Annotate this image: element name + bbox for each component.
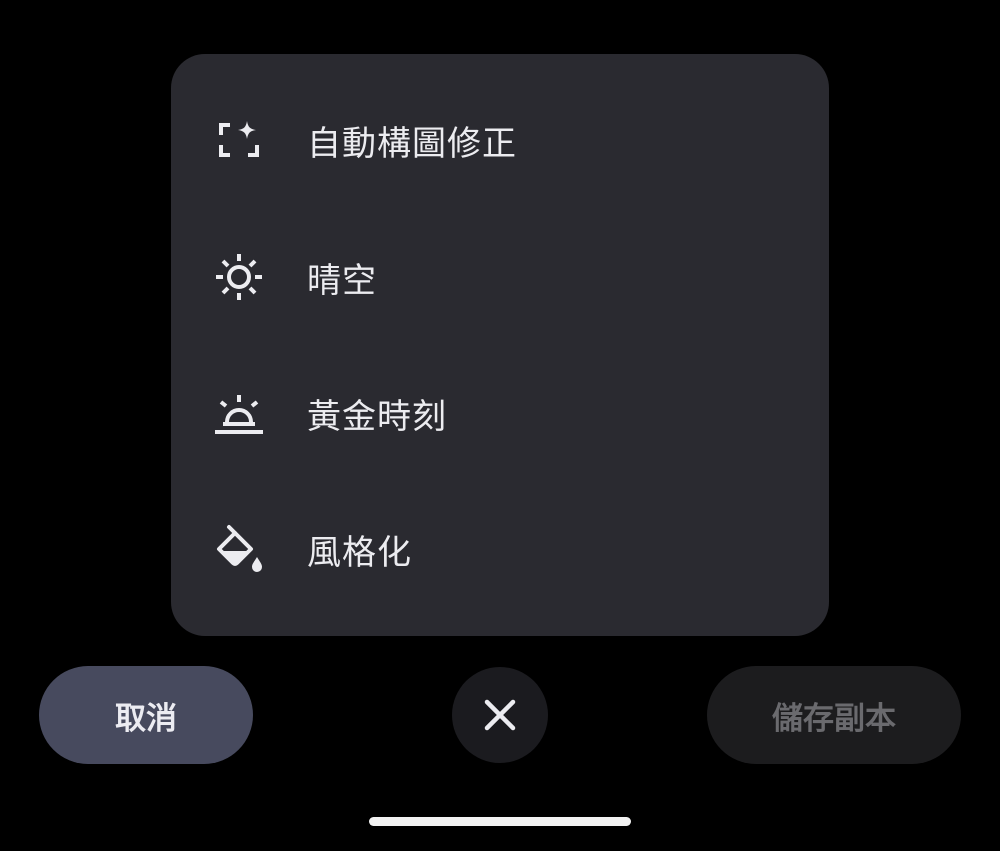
auto-frame-sparkle-icon xyxy=(211,112,267,168)
menu-item-clear-sky[interactable]: 晴空 xyxy=(171,217,829,337)
menu-item-label: 自動構圖修正 xyxy=(307,123,517,164)
paint-bucket-icon xyxy=(211,521,267,577)
sunrise-icon xyxy=(211,385,267,441)
menu-item-auto-frame[interactable]: 自動構圖修正 xyxy=(171,80,829,200)
close-button[interactable] xyxy=(452,667,548,763)
close-icon xyxy=(484,699,516,731)
menu-item-golden-hour[interactable]: 黃金時刻 xyxy=(171,353,829,473)
save-copy-button[interactable]: 儲存副本 xyxy=(707,666,961,764)
menu-item-stylize[interactable]: 風格化 xyxy=(171,489,829,609)
menu-item-label: 風格化 xyxy=(307,532,412,573)
home-indicator[interactable] xyxy=(369,817,631,826)
cancel-button[interactable]: 取消 xyxy=(39,666,253,764)
screen: 自動構圖修正 晴空 黃金時刻 風格化 取消 儲存副本 xyxy=(0,0,1000,851)
sun-icon xyxy=(211,249,267,305)
edit-suggestions-menu: 自動構圖修正 晴空 黃金時刻 風格化 xyxy=(171,54,829,636)
menu-item-label: 晴空 xyxy=(307,260,377,301)
menu-item-label: 黃金時刻 xyxy=(307,396,447,437)
